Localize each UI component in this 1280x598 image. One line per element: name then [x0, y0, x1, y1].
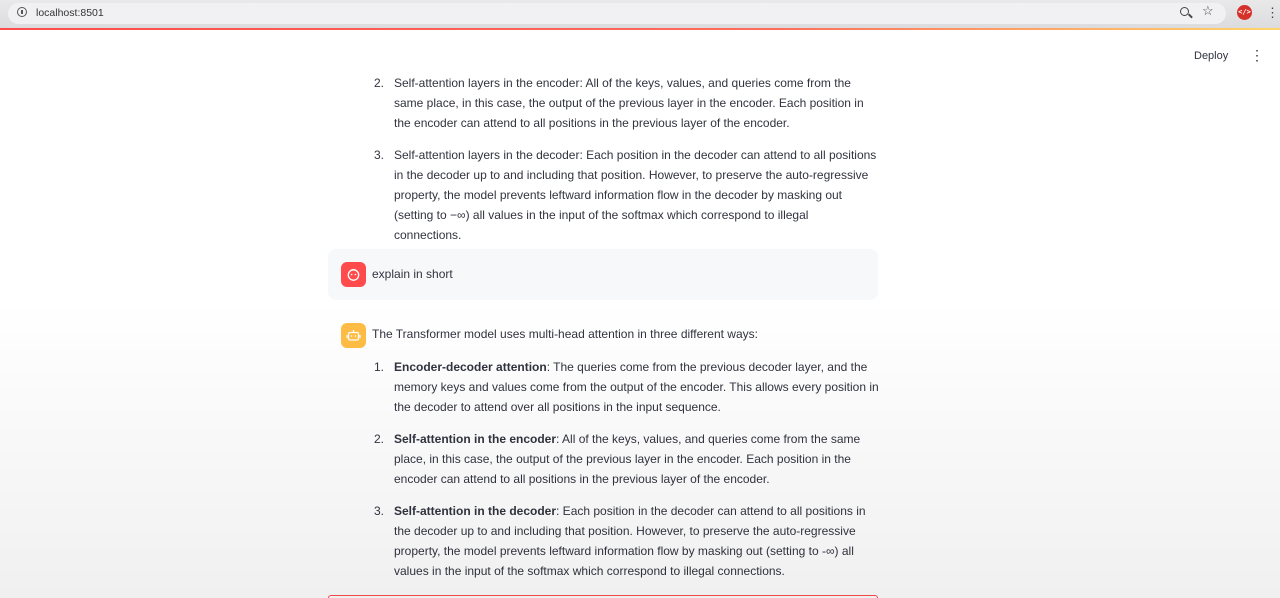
list-item: 3. Self-attention layers in the decoder:…: [374, 145, 879, 245]
extension-icon[interactable]: </>: [1237, 5, 1252, 20]
list-item-text: Self-attention layers in the decoder: Ea…: [394, 148, 877, 242]
assistant-intro-text: The Transformer model uses multi-head at…: [372, 327, 758, 341]
url-text[interactable]: localhost:8501: [36, 7, 104, 19]
list-number: 2.: [374, 432, 385, 446]
deploy-button[interactable]: Deploy: [1194, 50, 1228, 62]
address-bar[interactable]: [8, 3, 1226, 24]
list-item: 2. Self-attention in the encoder: All of…: [374, 429, 879, 489]
list-item: 3. Self-attention in the decoder: Each p…: [374, 501, 879, 581]
main-menu-icon[interactable]: ⋮: [1250, 48, 1264, 62]
list-item-heading: Encoder-decoder attention: [394, 360, 547, 374]
list-number: 3.: [374, 504, 385, 518]
info-icon[interactable]: [17, 7, 27, 17]
list-item: 2. Self-attention layers in the encoder:…: [374, 73, 879, 133]
list-number: 2.: [374, 76, 385, 90]
user-message-text: explain in short: [372, 267, 453, 281]
robot-icon: [341, 323, 366, 348]
user-face-icon: [341, 262, 366, 287]
list-item-heading: Self-attention in the encoder: [394, 432, 557, 446]
browser-toolbar: localhost:8501 ☆ </> ⋮: [0, 0, 1280, 28]
previous-answer-list: 2. Self-attention layers in the encoder:…: [374, 73, 879, 257]
browser-menu-icon[interactable]: ⋮: [1266, 6, 1279, 19]
assistant-answer-list: 1. Encoder-decoder attention: The querie…: [374, 357, 879, 593]
star-icon[interactable]: ☆: [1202, 4, 1214, 17]
app-top-decoration: [0, 28, 1280, 30]
zoom-icon[interactable]: [1180, 7, 1189, 16]
list-item: 1. Encoder-decoder attention: The querie…: [374, 357, 879, 417]
list-number: 3.: [374, 148, 385, 162]
list-item-heading: Self-attention in the decoder: [394, 504, 557, 518]
list-number: 1.: [374, 360, 385, 374]
list-item-text: Self-attention layers in the encoder: Al…: [394, 76, 864, 130]
